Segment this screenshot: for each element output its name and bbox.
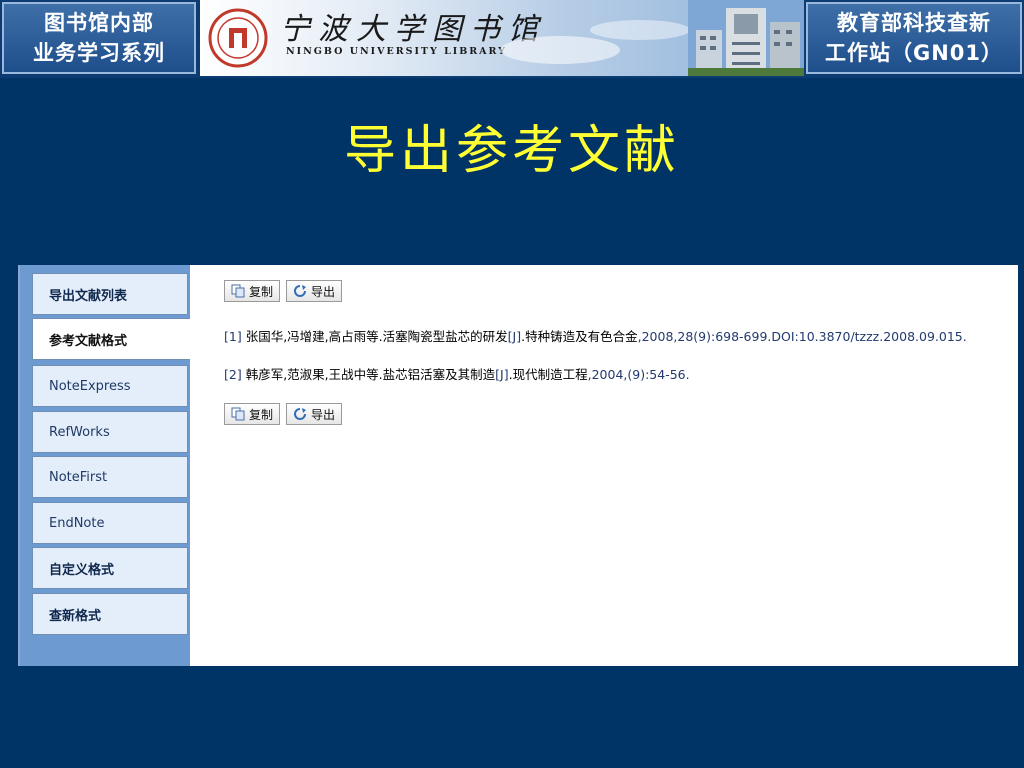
export-button-bottom[interactable]: 导出 [286,403,343,425]
top-toolbar: 复制 导出 [224,280,343,302]
sidebar-item-refworks[interactable]: RefWorks [32,411,188,453]
left-badge-line-2: 业务学习系列 [33,41,165,65]
export-button-label: 导出 [311,407,336,422]
reference-index: [1] [224,329,242,344]
library-logo-strip: 宁波大学图书馆 NINGBO UNIVERSITY LIBRARY [200,0,804,76]
reference-content: 复制 导出 [1] 张国华,冯增建,高占雨等.活塞陶瓷型盐芯的研发[J].特种铸… [190,265,1018,666]
right-badge: 教育部科技查新 工作站（GN01） [806,2,1022,74]
sidebar-item-notefirst[interactable]: NoteFirst [32,456,188,498]
copy-button-bottom[interactable]: 复制 [224,403,281,425]
export-button-label: 导出 [311,284,336,299]
reference-item-1: [1] 张国华,冯增建,高占雨等.活塞陶瓷型盐芯的研发[J].特种铸造及有色合金… [224,329,967,344]
header-banner: 图书馆内部 业务学习系列 宁波大学图书馆 NINGBO UNIVERSITY L… [0,0,1024,78]
export-icon [294,408,307,420]
reference-title: 盐芯铝活塞及其制造 [382,367,496,382]
reference-item-2: [2] 韩彦军,范淑果,王战中等.盐芯铝活塞及其制造[J].现代制造工程,200… [224,367,690,382]
reference-title: 活塞陶瓷型盐芯的研发 [382,329,508,344]
sidebar-item-reference-format[interactable]: 参考文献格式 [32,318,190,360]
reference-type: [J] [507,329,522,344]
bottom-toolbar: 复制 导出 [224,403,343,425]
reference-authors: 韩彦军,范淑果,王战中等 [245,367,379,382]
right-badge-line-1: 教育部科技查新 [837,11,991,35]
reference-authors: 张国华,冯增建,高占雨等 [245,329,379,344]
reference-details: ,2008,28(9):698-699.DOI:10.3870/tzzz.200… [637,329,967,344]
right-badge-line-2: 工作站（GN01） [824,41,1004,65]
reference-source: 现代制造工程 [512,367,588,382]
library-name-en: NINGBO UNIVERSITY LIBRARY [286,46,507,57]
sidebar-item-export-list[interactable]: 导出文献列表 [32,273,188,315]
reference-source: 特种铸造及有色合金 [525,329,638,344]
export-icon [294,285,307,297]
slide-title: 导出参考文献 [343,121,680,181]
cloud-decoration-icon [500,20,690,64]
sidebar-item-endnote[interactable]: EndNote [32,502,188,544]
copy-button-label: 复制 [249,407,274,422]
format-sidebar: 导出文献列表 参考文献格式 NoteExpress RefWorks NoteF… [20,265,190,666]
copy-button-top[interactable]: 复制 [224,280,281,302]
copy-icon [231,284,245,298]
sidebar-item-novelty-search-format[interactable]: 查新格式 [32,593,188,635]
export-references-panel: 导出文献列表 参考文献格式 NoteExpress RefWorks NoteF… [18,265,1018,666]
copy-button-label: 复制 [249,284,274,299]
export-button-top[interactable]: 导出 [286,280,343,302]
left-badge-line-1: 图书馆内部 [44,11,154,35]
reference-details: ,2004,(9):54-56. [587,367,690,382]
sidebar-item-custom-format[interactable]: 自定义格式 [32,547,188,589]
left-badge: 图书馆内部 业务学习系列 [2,2,196,74]
reference-index: [2] [224,367,242,382]
sidebar-item-noteexpress[interactable]: NoteExpress [32,365,188,407]
copy-icon [231,407,245,421]
reference-type: [J] [495,367,509,382]
library-building-icon [688,0,804,76]
library-seal-icon [208,8,268,68]
